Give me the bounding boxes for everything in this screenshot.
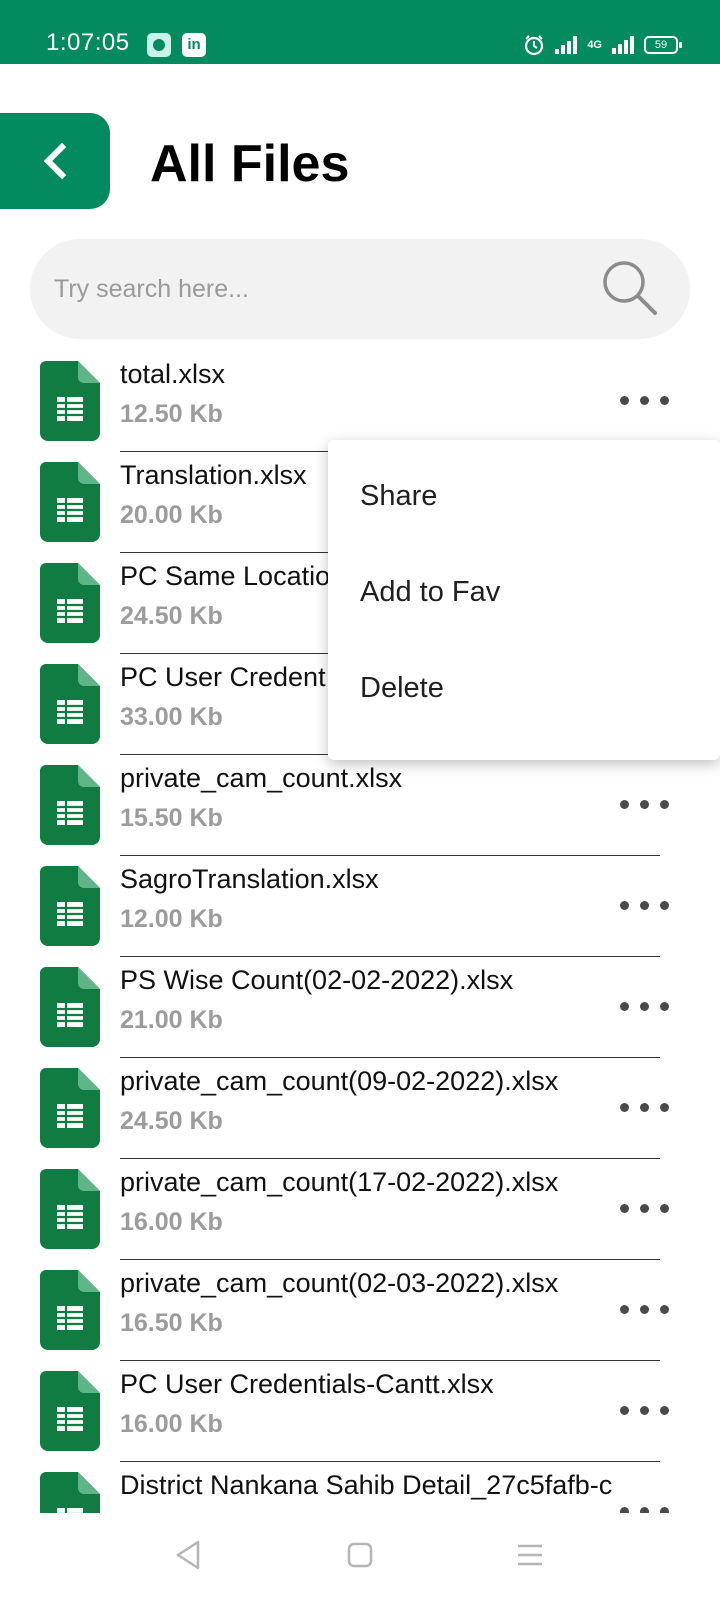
spreadsheet-file-icon	[40, 664, 100, 744]
menu-item-delete[interactable]: Delete	[328, 640, 720, 736]
file-context-menu: Share Add to Fav Delete	[328, 440, 720, 760]
search-bar[interactable]	[30, 239, 690, 339]
cell-signal-icon	[612, 36, 634, 54]
spreadsheet-file-icon	[40, 563, 100, 643]
file-row[interactable]: SagroTranslation.xlsx 12.00 Kb	[0, 856, 720, 957]
spreadsheet-file-icon	[40, 1068, 100, 1148]
menu-item-share[interactable]: Share	[328, 448, 720, 544]
file-row[interactable]: PC User Credentials-Cantt.xlsx 16.00 Kb	[0, 1361, 720, 1462]
system-navigation-bar	[0, 1513, 720, 1600]
more-options-icon[interactable]	[614, 785, 676, 825]
spreadsheet-file-icon	[40, 1371, 100, 1451]
alarm-icon	[525, 35, 544, 56]
file-name: total.xlsx	[120, 359, 226, 389]
battery-icon: 59	[644, 36, 682, 54]
search-icon[interactable]	[600, 258, 660, 318]
file-row[interactable]: District Nankana Sahib Detail_27c5fafb-c	[0, 1462, 720, 1513]
file-name: Translation.xlsx	[120, 460, 307, 490]
status-time: 1:07:05	[46, 29, 130, 56]
file-size: 12.50 Kb	[120, 400, 223, 428]
more-options-icon[interactable]	[614, 1492, 676, 1513]
file-row[interactable]: private_cam_count.xlsx 15.50 Kb	[0, 755, 720, 856]
file-name: PC User Credent	[120, 662, 326, 692]
more-options-icon[interactable]	[614, 381, 676, 421]
more-options-icon[interactable]	[614, 1189, 676, 1229]
file-size: 24.50 Kb	[120, 602, 223, 630]
nav-back-icon[interactable]	[170, 1537, 206, 1573]
more-options-icon[interactable]	[614, 1088, 676, 1128]
back-button[interactable]	[0, 113, 110, 209]
spreadsheet-file-icon	[40, 361, 100, 441]
notification-app-icon	[147, 33, 171, 57]
status-bar: 1:07:05 in 4G 59	[0, 0, 720, 64]
spreadsheet-file-icon	[40, 1472, 100, 1513]
file-size: 24.50 Kb	[120, 1107, 223, 1135]
file-size: 16.00 Kb	[120, 1410, 223, 1438]
spreadsheet-file-icon	[40, 1169, 100, 1249]
network-type-label: 4G	[587, 38, 602, 51]
file-name: private_cam_count(09-02-2022).xlsx	[120, 1066, 559, 1096]
file-size: 15.50 Kb	[120, 804, 223, 832]
page-title: All Files	[150, 135, 350, 193]
status-indicators: 4G 59	[523, 31, 682, 59]
file-name: private_cam_count(17-02-2022).xlsx	[120, 1167, 559, 1197]
file-name: private_cam_count(02-03-2022).xlsx	[120, 1268, 559, 1298]
file-size: 12.00 Kb	[120, 905, 223, 933]
chevron-left-icon	[43, 142, 67, 180]
spreadsheet-file-icon	[40, 866, 100, 946]
file-size: 21.00 Kb	[120, 1006, 223, 1034]
search-input[interactable]	[54, 267, 574, 311]
file-name: District Nankana Sahib Detail_27c5fafb-c	[120, 1470, 613, 1500]
file-name: PC Same Location	[120, 561, 346, 591]
spreadsheet-file-icon	[40, 1270, 100, 1350]
spreadsheet-file-icon	[40, 462, 100, 542]
file-name: PC User Credentials-Cantt.xlsx	[120, 1369, 494, 1399]
file-row[interactable]: private_cam_count(09-02-2022).xlsx 24.50 …	[0, 1058, 720, 1159]
file-row[interactable]: PS Wise Count(02-02-2022).xlsx 21.00 Kb	[0, 957, 720, 1058]
spreadsheet-file-icon	[40, 765, 100, 845]
file-size: 33.00 Kb	[120, 703, 223, 731]
more-options-icon[interactable]	[614, 1391, 676, 1431]
file-row[interactable]: total.xlsx 12.50 Kb	[0, 351, 720, 452]
file-row[interactable]: private_cam_count(17-02-2022).xlsx 16.00 …	[0, 1159, 720, 1260]
file-size: 16.00 Kb	[120, 1208, 223, 1236]
file-name: private_cam_count.xlsx	[120, 763, 403, 793]
file-size: 16.50 Kb	[120, 1309, 223, 1337]
file-name: SagroTranslation.xlsx	[120, 864, 379, 894]
file-name: PS Wise Count(02-02-2022).xlsx	[120, 965, 514, 995]
nav-menu-icon[interactable]	[512, 1537, 548, 1573]
more-options-icon[interactable]	[614, 987, 676, 1027]
linkedin-icon: in	[182, 33, 206, 57]
spreadsheet-file-icon	[40, 967, 100, 1047]
wifi-signal-icon	[555, 36, 578, 54]
menu-item-add-to-fav[interactable]: Add to Fav	[328, 544, 720, 640]
file-row[interactable]: private_cam_count(02-03-2022).xlsx 16.50 …	[0, 1260, 720, 1361]
nav-home-icon[interactable]	[342, 1537, 378, 1573]
more-options-icon[interactable]	[614, 886, 676, 926]
more-options-icon[interactable]	[614, 1290, 676, 1330]
file-size: 20.00 Kb	[120, 501, 223, 529]
